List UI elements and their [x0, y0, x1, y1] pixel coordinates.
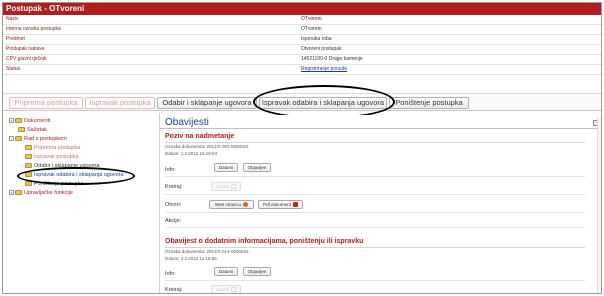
collapse-icon[interactable]: - [9, 136, 14, 142]
tree-item-management-functions[interactable]: + Upravljačke funkcije [9, 189, 73, 197]
property-key: Interna oznaka postupka [3, 24, 298, 35]
property-row: CPV glavni rječnik 14521100-0 Drago kame… [3, 54, 601, 65]
select-and-contract-button[interactable]: Odabir i sklapanje ugovora [157, 97, 257, 109]
dates-button[interactable]: Datumi [214, 163, 238, 172]
folder-icon [25, 154, 32, 160]
tree-item-correct-procedure[interactable]: Ispravak postupka [25, 153, 79, 161]
tree-item-work-with-procedure[interactable]: - Rad s postupkom [9, 135, 67, 143]
action-toolbar: Priprema postupka Ispravak postupka Odab… [3, 93, 601, 111]
tree-item-cancel-procedure[interactable]: Poništenje postupka [25, 180, 84, 188]
open-label: Otvori: [165, 202, 182, 208]
tree-item-documents[interactable]: + Dokumenti [9, 117, 50, 125]
notice-doc-number: Oznaka dokumenta: 2012/S 014-0000023 [165, 249, 249, 254]
tree-item-label: Ispravak odabira i sklapanja ugovora [34, 172, 124, 178]
expand-icon[interactable]: + [9, 190, 14, 196]
pdf-document-button[interactable]: Pdf dokument [258, 200, 303, 209]
folder-icon [15, 190, 22, 196]
edit-icon [231, 287, 237, 293]
folder-icon [25, 163, 32, 169]
notice-date: Datum: 2.2.2012 11:15:55 [165, 256, 217, 261]
folder-icon [25, 145, 32, 151]
folder-icon [25, 172, 32, 178]
property-value: 14521100-0 Drago kamenje [298, 54, 601, 65]
actions-label: Akcije: [165, 218, 182, 224]
tree-item-label: Dokumenti [24, 118, 51, 124]
folder-icon [18, 127, 25, 133]
property-row: Status Registriranje ponude [3, 64, 601, 75]
tree-item-label: Upravljačke funkcije [24, 190, 73, 196]
property-key: CPV glavni rječnik [3, 54, 298, 65]
prepare-procedure-button[interactable]: Priprema postupka [9, 97, 83, 109]
info-label: Info: [165, 167, 176, 173]
published-button[interactable]: Objavljen [243, 267, 271, 276]
tree-item-correct-selection-contract[interactable]: Ispravak odabira i sklapanja ugovora [25, 171, 124, 179]
panel-scrollbar[interactable] [597, 117, 601, 293]
notice-separator [165, 247, 585, 248]
pdf-icon [292, 202, 298, 208]
property-row: Naziv OTvoreni [3, 15, 601, 25]
row-separator [165, 212, 585, 213]
correct-selection-contract-button[interactable]: Ispravak odabira i sklapanja ugovora [259, 97, 387, 109]
property-value: OTvoreni [298, 24, 601, 35]
property-value: Isporuka roba [298, 34, 601, 45]
dates-button[interactable]: Datumi [214, 267, 238, 276]
tree-item-label: Priprema postupka [34, 145, 81, 151]
panel-divider [159, 113, 160, 293]
tree-item-label: Rad s postupkom [24, 136, 67, 142]
globe-icon [243, 202, 249, 208]
property-key: Naziv [3, 15, 298, 25]
web-page-button[interactable]: Web stranicu [209, 200, 254, 209]
tree-item-label: Ispravak postupka [34, 154, 79, 160]
property-row: Predmet Isporuka roba [3, 34, 601, 45]
property-key: Predmet [3, 34, 298, 45]
correct-create-button[interactable]: Ispravi [211, 285, 241, 293]
row-separator [165, 280, 585, 281]
property-key: Status [3, 64, 298, 75]
tree-item-label: Poništenje postupka [34, 181, 84, 187]
notice-separator [165, 142, 585, 143]
folder-icon [15, 136, 22, 142]
notice-title: Poziv na nadmetanje [165, 133, 235, 140]
tree-item-prepare-procedure[interactable]: Priprema postupka [25, 144, 80, 152]
page-title: Postupak - OTvoreni [3, 3, 601, 15]
correct-create-button-label: Ispravi [215, 184, 230, 189]
folder-icon [15, 118, 22, 124]
info-label: Info: [165, 271, 176, 277]
property-value: OTvoreni [298, 15, 601, 25]
tree-item-select-and-contract[interactable]: Odabir i sklapanje ugovora [25, 162, 99, 170]
correct-create-button-label: Ispravi [215, 287, 230, 292]
pdf-document-button-label: Pdf dokument [263, 202, 291, 207]
correct-procedure-button[interactable]: Ispravak postupka [85, 97, 155, 109]
notices-panel-header: Obavijesti - [160, 115, 601, 129]
property-row: Interna oznaka postupka OTvoreni [3, 24, 601, 35]
tree-item-summary[interactable]: Sažetak [18, 126, 47, 134]
web-page-button-label: Web stranicu [214, 202, 242, 207]
property-value: Otvoreni postupak [298, 44, 601, 55]
property-key: Postupak nabave [3, 44, 298, 55]
correct-create-button[interactable]: Ispravi [211, 182, 241, 191]
published-button[interactable]: Objavljen [243, 163, 271, 172]
properties-table: Naziv OTvoreni Interna oznaka postupka O… [3, 15, 601, 75]
row-separator [165, 194, 585, 195]
row-separator [165, 227, 585, 228]
panel-title: Obavijesti [165, 117, 209, 128]
row-separator [165, 176, 585, 177]
create-label: Kreiraj: [165, 184, 183, 190]
expand-icon[interactable]: + [9, 118, 14, 124]
notice-date: Datum: 1.2.2012 16:19:04 [165, 151, 218, 156]
tree-item-label: Odabir i sklapanje ugovora [34, 163, 100, 169]
status-link[interactable]: Registriranje ponude [298, 64, 601, 75]
folder-icon [25, 181, 32, 187]
edit-icon [231, 184, 237, 190]
create-label: Kreiraj: [165, 287, 183, 293]
notice-title: Obavijest o dodatnim informacijama, poni… [165, 238, 364, 245]
notice-doc-number: Oznaka dokumenta: 2012/S 002-0000022 [165, 144, 249, 149]
application-frame: Postupak - OTvoreni Naziv OTvoreni Inter… [2, 2, 602, 294]
tree-item-label: Sažetak [27, 127, 47, 133]
property-row: Postupak nabave Otvoreni postupak [3, 44, 601, 55]
cancel-procedure-button[interactable]: Poništenje postupka [389, 97, 469, 109]
